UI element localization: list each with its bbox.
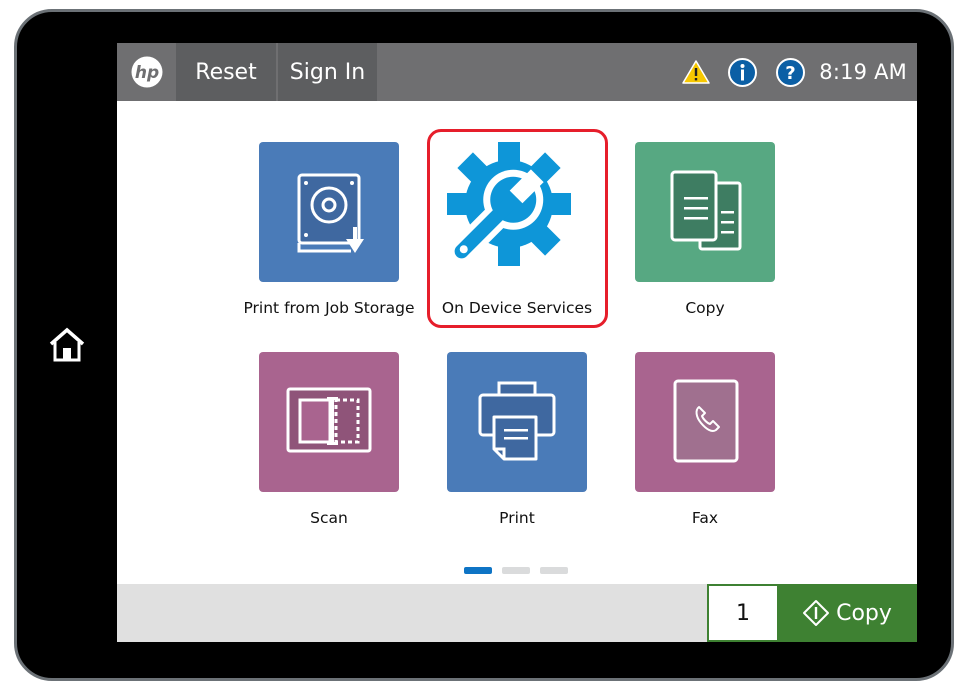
- tile-print-from-job-storage-square: [259, 142, 399, 282]
- sign-in-button[interactable]: Sign In: [278, 43, 377, 101]
- tile-copy[interactable]: Copy: [625, 142, 785, 332]
- hp-logo: hp: [117, 43, 176, 101]
- info-icon: [727, 57, 757, 87]
- tile-label: On Device Services: [441, 299, 593, 317]
- start-icon: [803, 600, 830, 626]
- tile-fax[interactable]: Fax: [625, 352, 785, 542]
- tile-label: Print: [499, 509, 535, 527]
- page-dot-2[interactable]: [502, 567, 530, 574]
- copy-icon: [670, 170, 742, 251]
- help-icon: ?: [775, 57, 805, 87]
- svg-text:hp: hp: [134, 63, 158, 83]
- copy-start-button[interactable]: Copy: [777, 584, 917, 642]
- warning-icon: [682, 60, 711, 84]
- tile-on-device-services-square: [447, 142, 587, 282]
- tile-fax-square: [635, 352, 775, 492]
- scan-icon: [286, 387, 372, 453]
- tile-on-device-services[interactable]: On Device Services: [437, 142, 597, 332]
- page-dot-1[interactable]: [464, 567, 492, 574]
- tile-label: Copy: [685, 299, 725, 317]
- warning-button[interactable]: [679, 59, 713, 85]
- fax-icon: [673, 379, 739, 463]
- tile-scan[interactable]: Scan: [249, 352, 409, 542]
- tile-print-from-job-storage[interactable]: Print from Job Storage: [243, 142, 415, 332]
- tile-copy-square: [635, 142, 775, 282]
- job-storage-icon: [297, 173, 364, 253]
- clock: 8:19 AM: [819, 60, 907, 84]
- device-screen: hp Reset Sign In ? 8:19 AM Print from Jo…: [117, 43, 917, 642]
- home-icon: [49, 327, 85, 362]
- copies-input[interactable]: 1: [707, 584, 777, 642]
- tile-scan-square: [259, 352, 399, 492]
- tile-label: Fax: [691, 509, 719, 527]
- tile-print[interactable]: Print: [437, 352, 597, 542]
- page-indicator: [464, 567, 568, 574]
- page-dot-3[interactable]: [540, 567, 568, 574]
- svg-text:?: ?: [785, 63, 795, 84]
- top-bar: hp Reset Sign In ? 8:19 AM: [117, 43, 917, 101]
- home-button[interactable]: [44, 322, 90, 368]
- help-button[interactable]: ?: [775, 57, 805, 87]
- tile-label: Scan: [310, 509, 348, 527]
- printer-icon: [478, 381, 556, 461]
- reset-button[interactable]: Reset: [176, 43, 276, 101]
- bottom-bar: 1 Copy: [117, 584, 917, 642]
- gear-wrench-icon: [447, 142, 571, 266]
- hp-logo-icon: hp: [131, 56, 162, 88]
- copy-button-label: Copy: [836, 600, 892, 626]
- tile-label: Print from Job Storage: [243, 299, 415, 317]
- tile-print-square: [447, 352, 587, 492]
- info-button[interactable]: [727, 57, 757, 87]
